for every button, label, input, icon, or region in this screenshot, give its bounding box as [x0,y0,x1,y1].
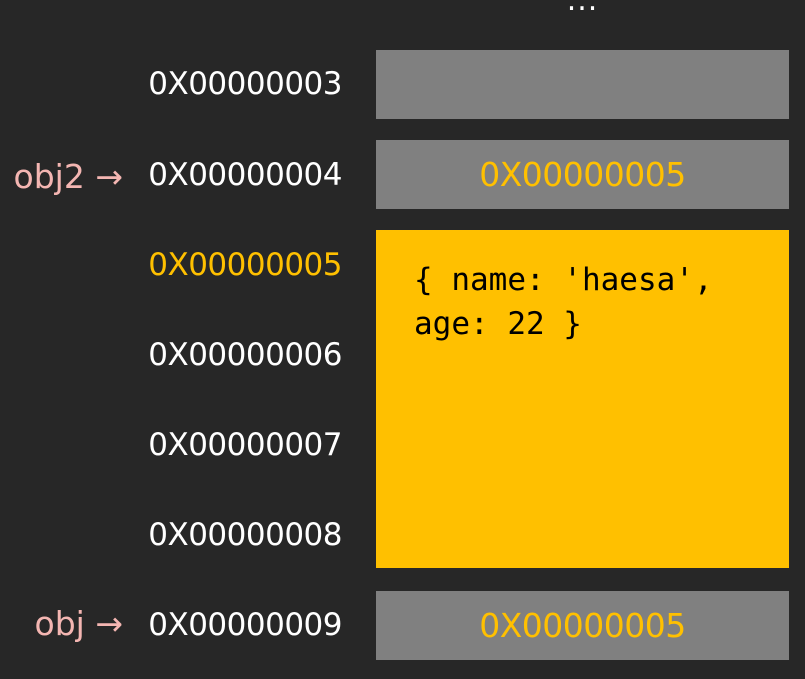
pointer-label-obj2: obj2 → [13,157,123,196]
cell-value: 0X00000005 [479,606,686,645]
address-label: 0X00000009 [148,607,342,643]
address-label: 0X00000007 [148,427,342,463]
cell-value: 0X00000005 [479,155,686,194]
address-label: 0X00000006 [148,337,342,373]
address-label: 0X00000005 [148,247,342,283]
pointer-label-obj: obj → [34,604,123,643]
object-content: { name: 'haesa', age: 22 } [414,262,732,342]
memory-cell-reference: 0X00000005 [376,591,789,660]
address-label: 0X00000004 [148,157,342,193]
address-label: 0X00000008 [148,517,342,553]
object-block: { name: 'haesa', age: 22 } [376,230,789,568]
ellipsis: ... [566,0,599,18]
memory-cell-reference: 0X00000005 [376,140,789,209]
memory-cell-empty [376,50,789,119]
address-label: 0X00000003 [148,66,342,102]
